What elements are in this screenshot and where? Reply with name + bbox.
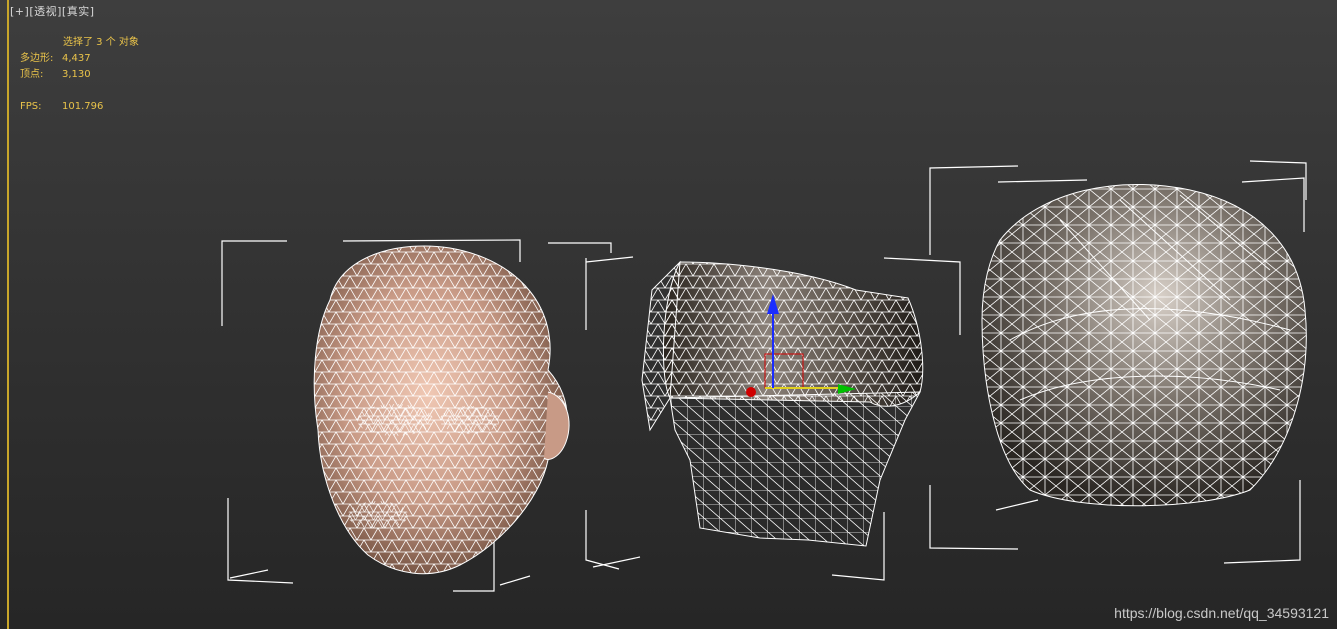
hair-cap-mesh (641, 260, 924, 547)
hair-strands-mesh (981, 183, 1307, 507)
viewport-scene[interactable] (0, 0, 1337, 629)
head-object[interactable] (221, 239, 570, 592)
watermark: https://blog.csdn.net/qq_34593121 (1114, 605, 1329, 621)
hair-strands-object[interactable] (929, 160, 1307, 564)
gizmo-x-handle[interactable] (746, 387, 756, 397)
head-mesh (313, 245, 570, 575)
hair-cap-object[interactable] (548, 242, 961, 581)
